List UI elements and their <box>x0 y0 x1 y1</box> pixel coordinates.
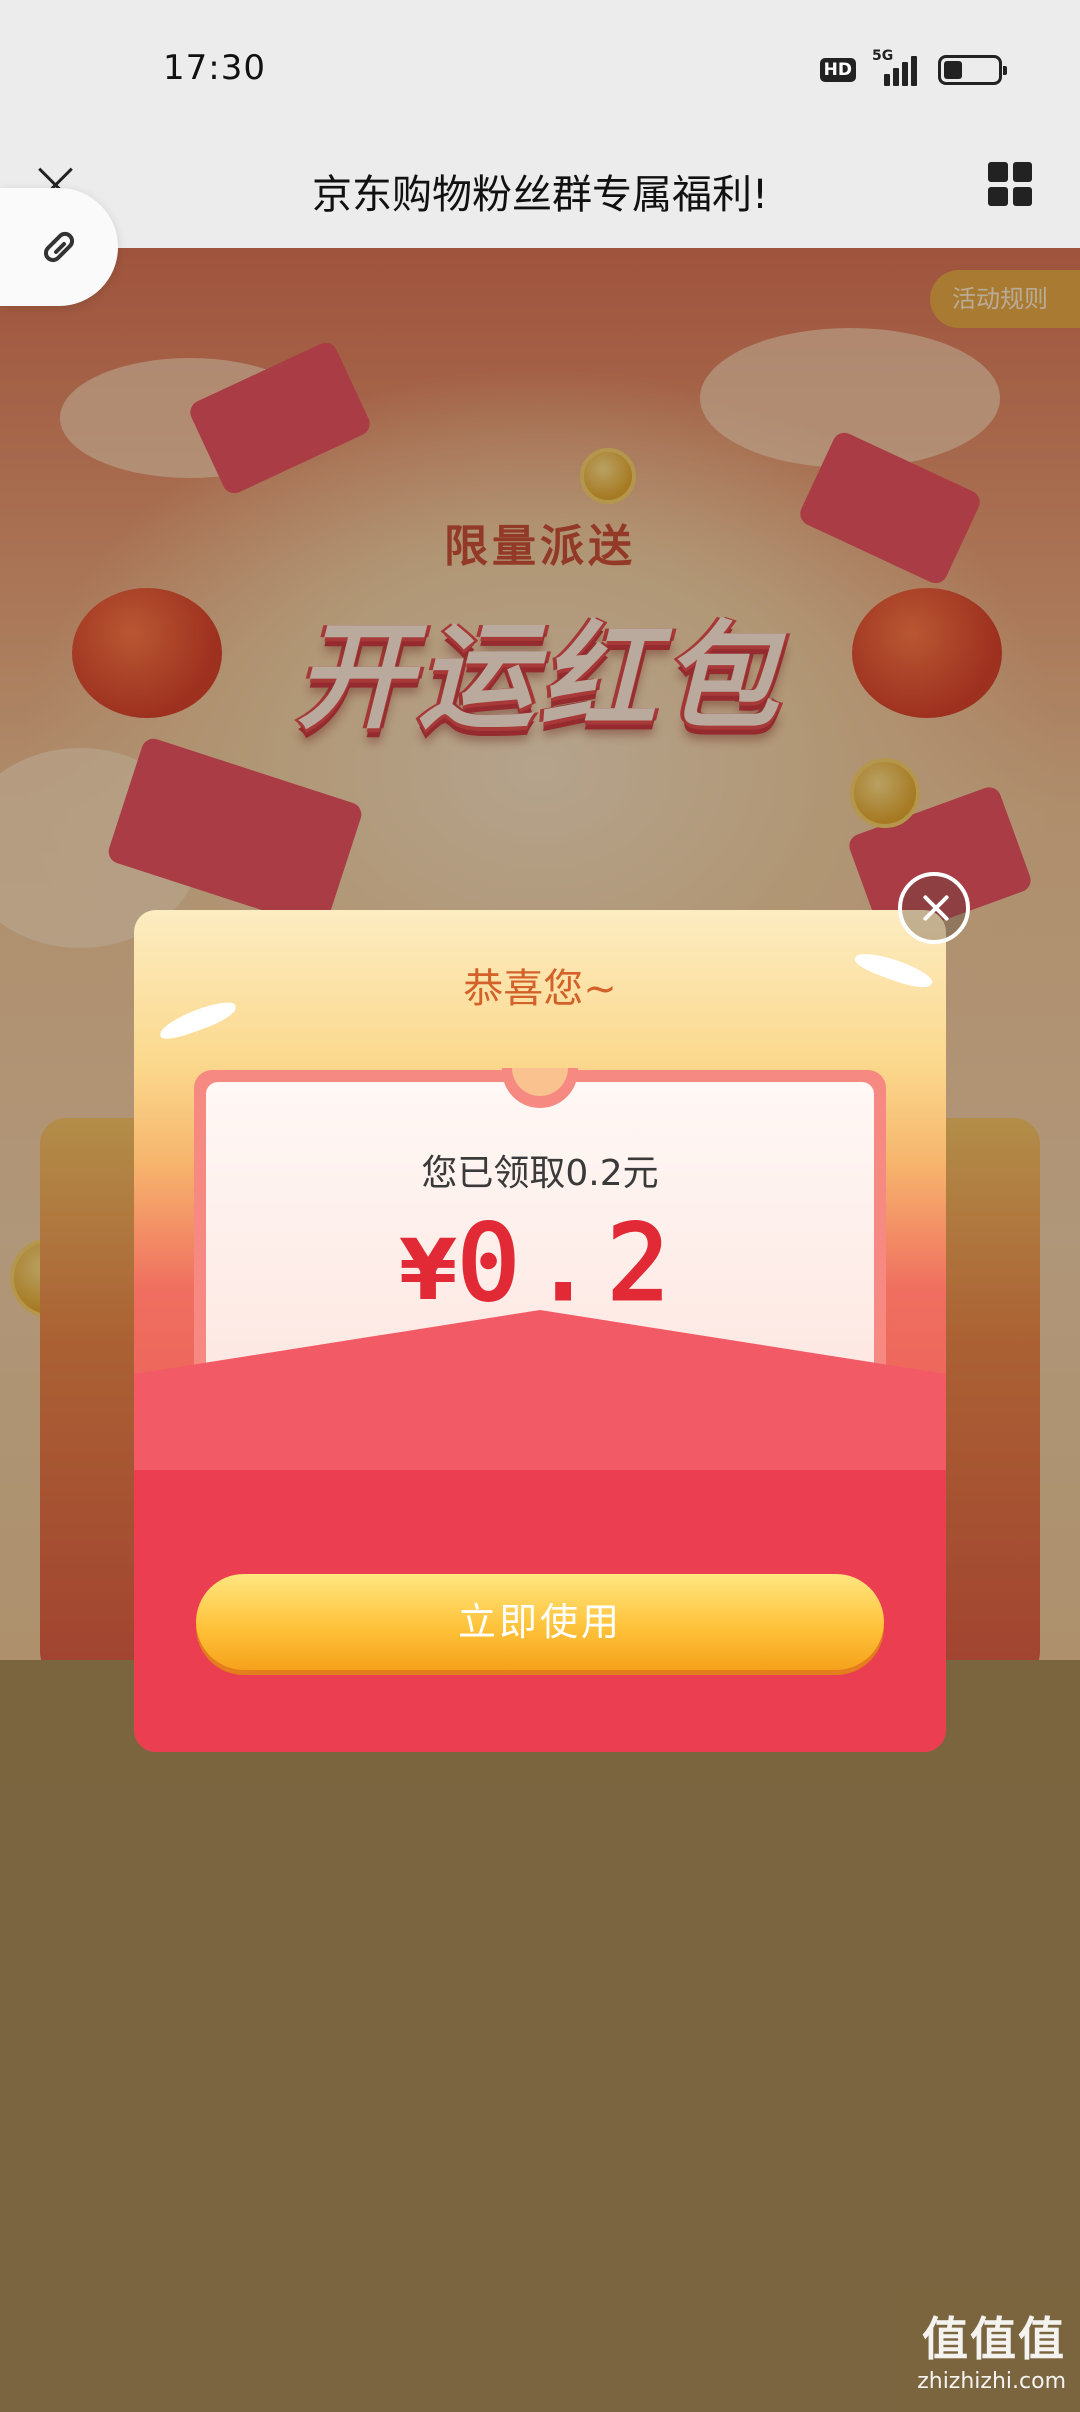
status-bar: 17:30 HD 5G <box>0 0 1080 140</box>
hd-icon: HD <box>819 58 856 82</box>
status-icons: HD 5G <box>819 48 1007 90</box>
amount-value: 0.2 <box>456 1201 682 1326</box>
red-packet-modal: 恭喜您~ 您已领取0.2元 ¥0.2 立即使用 <box>134 910 946 1752</box>
close-circle-icon[interactable] <box>898 872 970 944</box>
watermark-logo: 值值值 <box>922 2312 1066 2366</box>
status-time: 17:30 <box>163 48 266 88</box>
watermark-url: zhizhizhi.com <box>917 2369 1066 2394</box>
page-title: 京东购物粉丝群专属福利! <box>311 172 769 218</box>
use-now-button[interactable]: 立即使用 <box>196 1574 884 1670</box>
received-text: 您已领取0.2元 <box>421 1153 659 1194</box>
congrats-text: 恭喜您~ <box>463 966 617 1012</box>
title-bar: 京东购物粉丝群专属福利! <box>0 140 1080 248</box>
currency-symbol: ¥ <box>398 1221 458 1319</box>
network-type: 5G <box>872 48 894 64</box>
copy-link-button[interactable] <box>0 188 118 306</box>
battery-icon <box>938 55 1007 85</box>
grid-menu-icon[interactable] <box>988 162 1032 206</box>
link-icon <box>43 231 75 263</box>
site-watermark: 值值值 zhizhizhi.com <box>917 2303 1066 2394</box>
reward-amount: ¥0.2 <box>206 1201 874 1326</box>
signal-bars-icon: 5G <box>872 48 922 88</box>
